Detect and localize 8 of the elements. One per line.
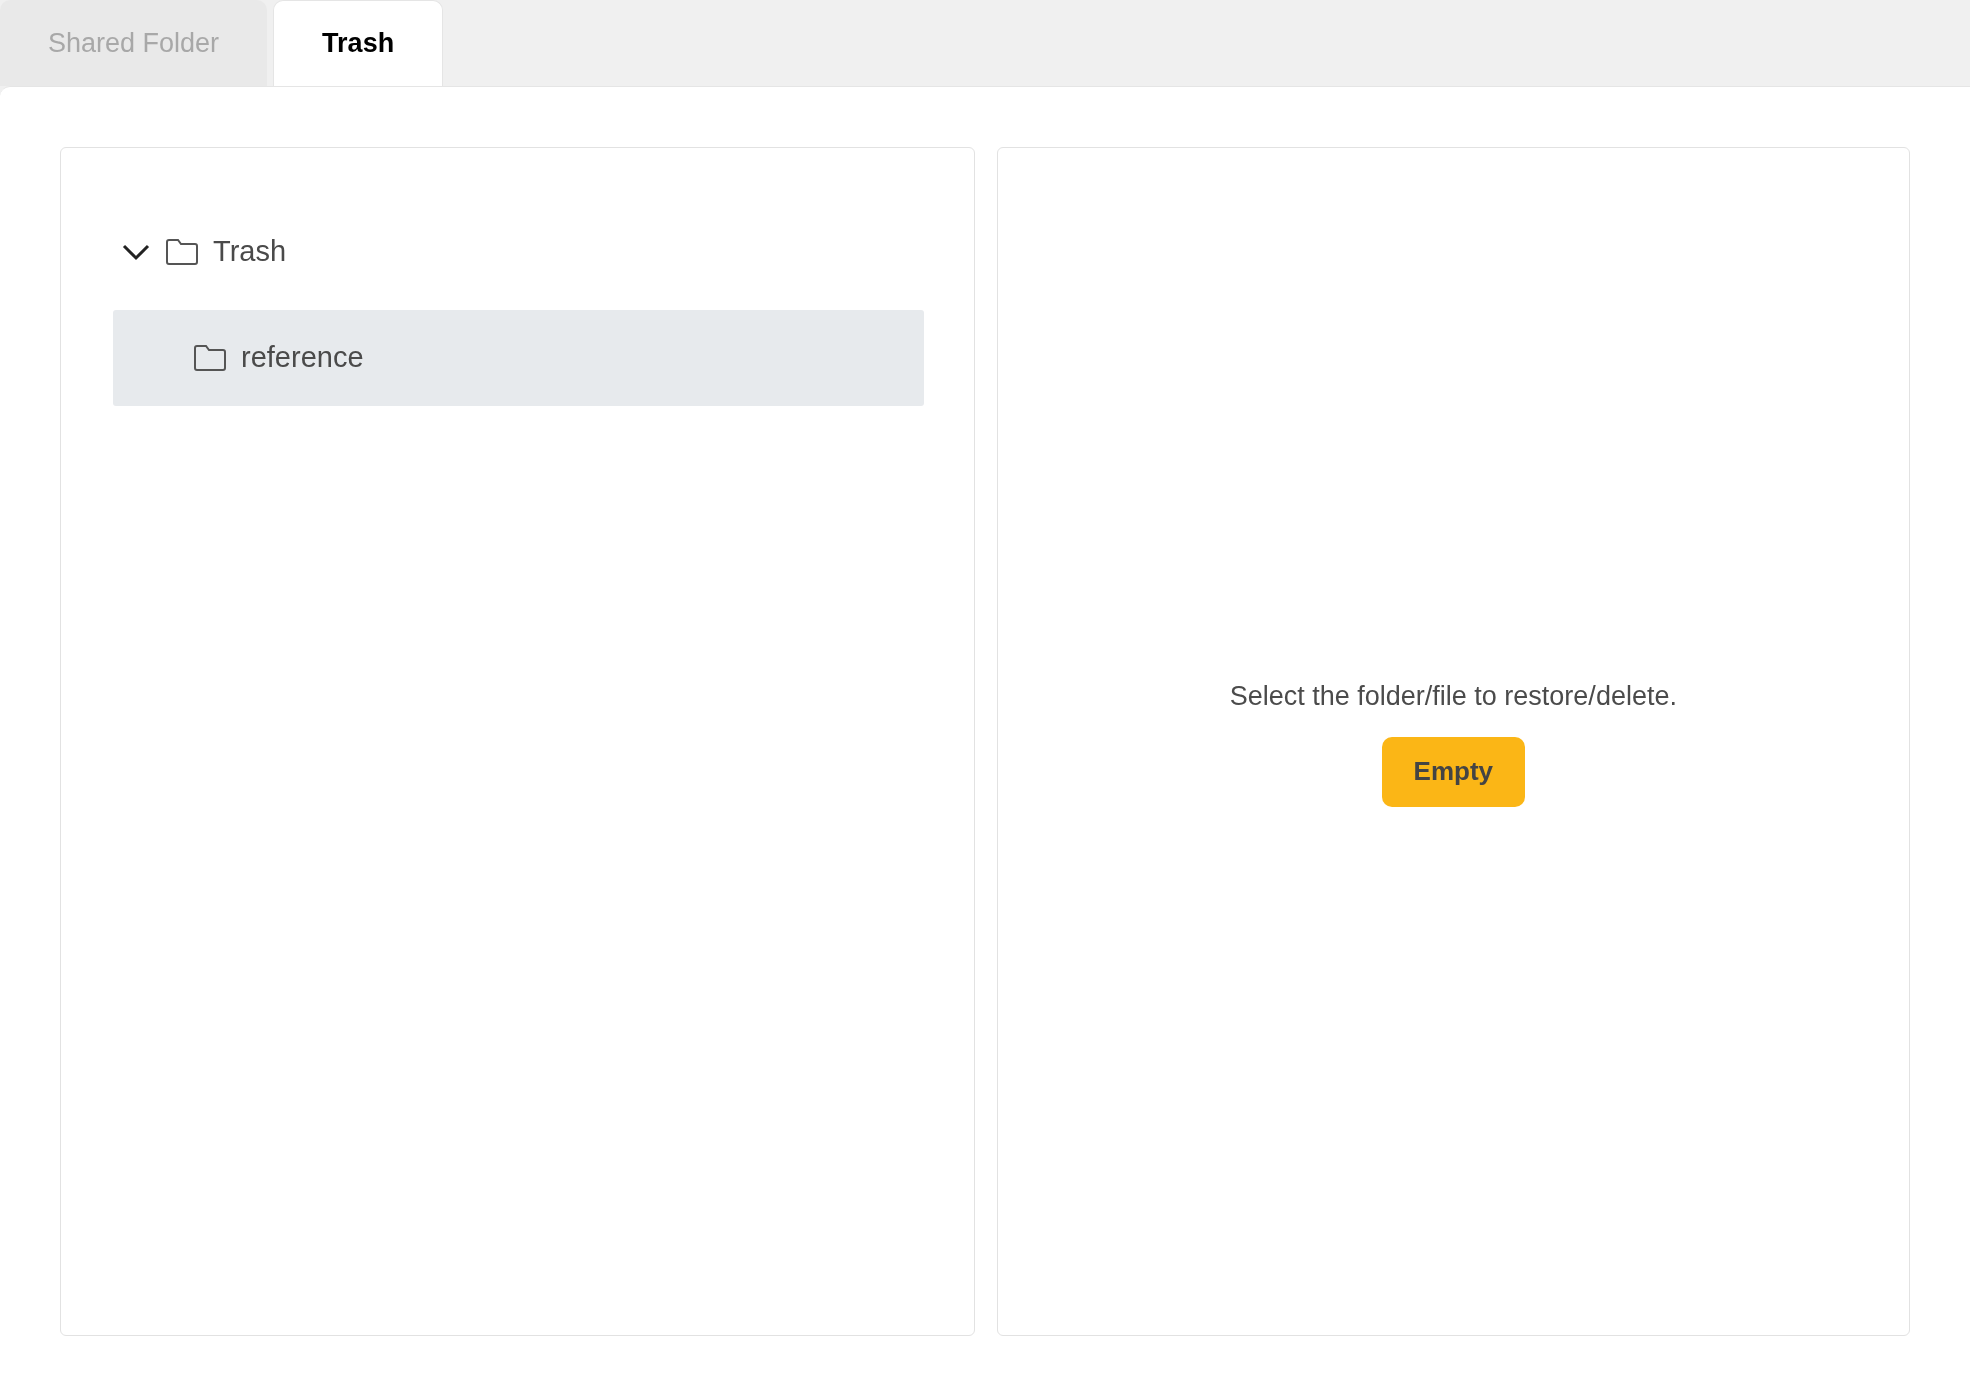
tree-item[interactable]: Trash bbox=[121, 220, 924, 284]
tree-item[interactable]: reference bbox=[113, 310, 924, 406]
empty-message: Select the folder/file to restore/delete. bbox=[1229, 680, 1677, 714]
folder-icon bbox=[165, 238, 199, 266]
folder-icon bbox=[193, 344, 227, 372]
tab[interactable]: Trash bbox=[273, 0, 444, 86]
empty-button[interactable]: Empty bbox=[1381, 736, 1526, 807]
chevron-down-icon[interactable] bbox=[121, 243, 151, 261]
